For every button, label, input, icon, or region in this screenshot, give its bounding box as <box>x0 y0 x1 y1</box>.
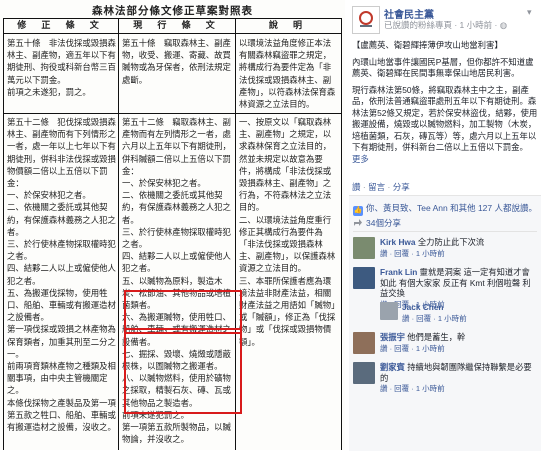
column-note: 以環境法益角度修正本法有關森林竊盜罪之規定，將構成行為要件定為「非法伐採或毀損森… <box>236 34 342 450</box>
avatar[interactable] <box>380 302 398 320</box>
header-revised: 修 正 條 文 <box>4 19 119 34</box>
post-actions: 讚 · 留言 · 分享 <box>352 182 410 192</box>
row1-current-text: 第五十條 竊取森林主、副產物，收受、搬運、寄藏、故買贓物或為牙保者，依刑法規定處… <box>122 38 231 85</box>
avatar[interactable] <box>353 332 375 354</box>
avatar[interactable] <box>353 362 375 384</box>
post-text: 【盧薦英、衛碧輝捧薄伊攻山地當利害】 內環山地當事件讓國民P基層，但你都許不知道… <box>352 40 538 170</box>
comment-meta[interactable]: 讚 · 回覆 · 1 小時前 <box>380 384 445 393</box>
shares-count[interactable]: 34個分享 <box>353 217 401 229</box>
post-paragraph: 內環山地當事件讓國民P基層，但你都許不知道盧薦英、衛碧輝在民間事無辜保山地居民利… <box>352 56 534 79</box>
post-paragraph: 現行森林法第50條，將竊取森林主中之主，副產品，依刑法普通竊盜罪處刑五年以下有期… <box>352 84 538 164</box>
share-icon <box>353 218 363 227</box>
column-revised: 第五十條 非法伐採或毀損森林主、副產物，適五年以下有期徒刑、拘役或科新台幣三百萬… <box>4 34 119 450</box>
header-current: 現 行 條 文 <box>119 19 236 34</box>
row1-revised-text: 第五十條 非法伐採或毀損森林主、副產物，適五年以下有期徒刑、拘役或科新台幣三百萬… <box>7 38 116 97</box>
engagement-panel: 👍 你、黃貝致、Tee Ann 和其他 127 人都說讚。 34個分享 Kirk … <box>349 195 541 451</box>
comment-button[interactable]: 留言 <box>368 182 385 192</box>
comment-text: 全力防止此下次流 <box>417 237 485 247</box>
row2-revised-text: 第五十二條 犯伐採或毀損森林主、副產物而有下列情形之一者，處一年以上七年以下有期… <box>7 117 116 433</box>
comment-meta[interactable]: 讚 · 回覆 · 1 小時前 <box>380 344 445 353</box>
row1-note-text: 以環境法益角度修正本法有關森林竊盜罪之規定，將構成行為要件定為「非法伐採或毀損森… <box>239 38 336 110</box>
comment-author[interactable]: 張振宇 <box>380 332 405 342</box>
likes-summary[interactable]: 👍 你、黃貝致、Tee Ann 和其他 127 人都說讚。 <box>353 202 537 216</box>
like-button[interactable]: 讚 <box>352 182 361 192</box>
post-meta-text: 已說讚的粉絲專頁 · 1 小時前 · <box>384 20 500 30</box>
thumbs-up-icon: 👍 <box>353 206 363 216</box>
comment-author[interactable]: Jack Chen <box>402 302 444 312</box>
page-avatar[interactable] <box>352 6 380 34</box>
avatar[interactable] <box>353 237 375 259</box>
party-logo-icon <box>359 11 373 27</box>
comment-meta[interactable]: 讚 · 回覆 · 1 小時前 <box>402 314 467 323</box>
social-post: 社會民主黨 已說讚的粉絲專頁 · 1 小時前 · ◍ ▾ 【盧薦英、衛碧輝捧薄伊… <box>349 0 541 451</box>
header-note: 說 明 <box>236 19 342 34</box>
highlight-box-2 <box>124 328 242 414</box>
comment-author[interactable]: Kirk Hwa <box>380 237 416 247</box>
document-title: 森林法部分條文修正草案對照表 <box>92 5 253 17</box>
post-headline: 【盧薦英、衛碧輝捧薄伊攻山地當利害】 <box>352 40 503 50</box>
row-divider <box>4 113 342 114</box>
see-more-link[interactable]: 更多 <box>352 154 369 164</box>
comment-author[interactable]: Frank Lin <box>380 267 417 277</box>
comment-meta[interactable]: 讚 · 回覆 · 1 小時前 <box>380 249 445 258</box>
document-image: 森林法部分條文修正草案對照表 修 正 條 文 現 行 條 文 說 明 第五十條 … <box>0 0 345 450</box>
chevron-down-icon[interactable]: ▾ <box>527 7 537 17</box>
avatar[interactable] <box>353 267 375 289</box>
comment-author[interactable]: 劉家賓 <box>380 362 405 372</box>
share-button[interactable]: 分享 <box>393 182 410 192</box>
globe-icon: ◍ <box>499 20 508 30</box>
post-meta: 已說讚的粉絲專頁 · 1 小時前 · ◍ <box>384 19 507 31</box>
row2-note-text: 一、按原文以「竊取森林主、副產物」之規定，以求森林保育之立法目的，然並未規定以故… <box>239 117 336 347</box>
comment-text: 他們是蓄生，幹 <box>407 332 466 342</box>
